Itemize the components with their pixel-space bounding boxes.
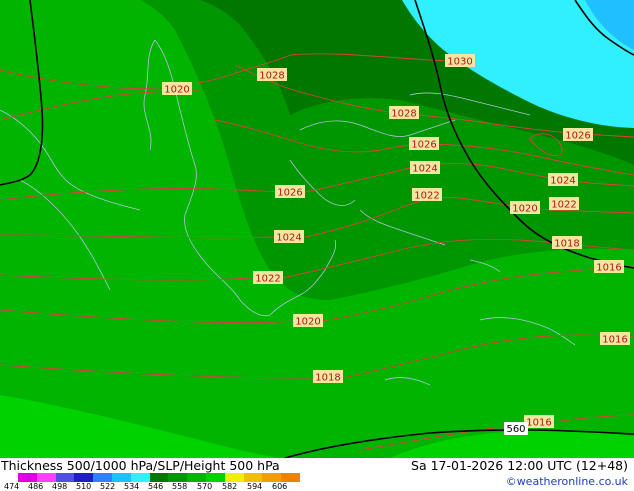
isobar-label: 1024 xyxy=(274,230,304,244)
svg-text:1028: 1028 xyxy=(259,71,284,82)
svg-text:1020: 1020 xyxy=(295,317,320,328)
svg-text:1018: 1018 xyxy=(315,373,340,384)
isobar-label: 1022 xyxy=(253,271,283,285)
legend-swatch xyxy=(224,473,245,482)
svg-text:1020: 1020 xyxy=(512,204,537,215)
isobar-label: 1020 xyxy=(162,82,192,96)
valid-datetime: Sa 17-01-2026 12:00 UTC (12+48) xyxy=(411,458,628,473)
legend-swatch xyxy=(187,473,207,482)
credit-link[interactable]: ©weatheronline.co.uk xyxy=(506,475,628,488)
legend-swatch xyxy=(93,473,113,482)
legend-swatch xyxy=(168,473,188,482)
svg-text:1022: 1022 xyxy=(551,200,576,211)
svg-text:1016: 1016 xyxy=(596,263,621,274)
isobar-label: 1018 xyxy=(313,370,343,384)
legend-swatch xyxy=(112,473,132,482)
isobar-label: 1024 xyxy=(548,173,578,187)
legend-swatch xyxy=(130,473,151,482)
svg-text:1024: 1024 xyxy=(412,164,437,175)
svg-text:1026: 1026 xyxy=(411,140,436,151)
isobar-label: 1022 xyxy=(412,188,442,202)
svg-text:1018: 1018 xyxy=(554,239,579,250)
svg-text:1024: 1024 xyxy=(550,176,575,187)
svg-text:1022: 1022 xyxy=(414,191,439,202)
legend-swatch xyxy=(36,473,57,482)
isobar-label: 1022 xyxy=(549,197,579,211)
svg-text:1026: 1026 xyxy=(565,131,590,142)
legend-swatch xyxy=(149,473,169,482)
isobar-label: 1026 xyxy=(275,185,305,199)
legend-swatch xyxy=(262,473,282,482)
thickness-color-legend xyxy=(18,473,301,482)
footer: Thickness 500/1000 hPa/SLP/Height 500 hP… xyxy=(0,458,634,491)
weather-map: 1030 1028 1028 1026 1026 1026 1024 1024 1024 1022… xyxy=(0,0,634,458)
isobar-label: 1016 xyxy=(594,260,624,274)
map-title: Thickness 500/1000 hPa/SLP/Height 500 hP… xyxy=(1,458,280,473)
legend-swatch xyxy=(281,473,301,482)
svg-text:1016: 1016 xyxy=(526,418,551,429)
isobar-label: 1018 xyxy=(552,236,582,250)
legend-swatch xyxy=(243,473,263,482)
svg-text:1022: 1022 xyxy=(255,274,280,285)
isobar-label: 1024 xyxy=(410,161,440,175)
legend-swatch xyxy=(74,473,94,482)
svg-text:1028: 1028 xyxy=(391,109,416,120)
svg-text:1020: 1020 xyxy=(164,85,189,96)
isobar-label: 1028 xyxy=(257,68,287,82)
isobar-label: 1016 xyxy=(524,415,554,429)
height-label-560: 560 xyxy=(504,422,528,435)
legend-swatch xyxy=(206,473,226,482)
legend-swatch xyxy=(18,473,38,482)
isobar-label: 1026 xyxy=(409,137,439,151)
isobar-label: 1028 xyxy=(389,106,419,120)
isobar-label: 1020 xyxy=(510,201,540,215)
isobar-label: 1016 xyxy=(600,332,630,346)
isobar-label: 1020 xyxy=(293,314,323,328)
svg-text:1026: 1026 xyxy=(277,188,302,199)
legend-swatch xyxy=(55,473,75,482)
svg-text:560: 560 xyxy=(506,424,525,435)
svg-text:1016: 1016 xyxy=(602,335,627,346)
isobar-label: 1026 xyxy=(563,128,593,142)
isobar-label: 1030 xyxy=(445,54,475,68)
svg-text:1030: 1030 xyxy=(447,57,472,68)
svg-text:1024: 1024 xyxy=(276,233,301,244)
